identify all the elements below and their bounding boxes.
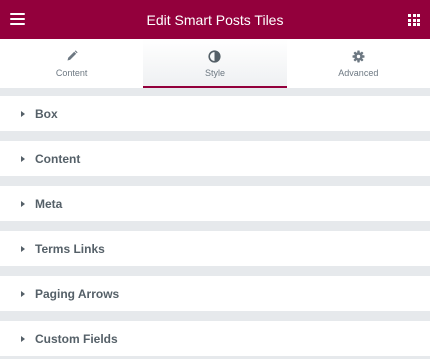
caret-right-icon	[21, 200, 25, 207]
apps-grid-icon[interactable]	[408, 14, 420, 26]
menu-icon[interactable]	[10, 13, 25, 25]
tab-advanced[interactable]: Advanced	[287, 39, 430, 88]
section-label: Content	[35, 151, 81, 166]
section-terms-links[interactable]: Terms Links	[0, 231, 430, 266]
tab-content-label: Content	[55, 68, 88, 78]
gear-icon	[352, 49, 365, 63]
section-custom-fields[interactable]: Custom Fields	[0, 321, 430, 356]
section-label: Terms Links	[35, 241, 105, 256]
half-circle-icon	[208, 49, 222, 63]
section-box[interactable]: Box	[0, 96, 430, 131]
caret-right-icon	[21, 155, 25, 162]
tab-content[interactable]: Content	[0, 39, 143, 88]
section-label: Custom Fields	[35, 331, 118, 346]
tab-advanced-label: Advanced	[338, 68, 379, 78]
tab-style[interactable]: Style	[143, 39, 287, 88]
section-label: Paging Arrows	[35, 286, 120, 301]
pencil-icon	[66, 49, 78, 63]
section-label: Meta	[35, 196, 63, 211]
editor-header: Edit Smart Posts Tiles	[0, 0, 430, 39]
section-paging-arrows[interactable]: Paging Arrows	[0, 276, 430, 311]
tab-style-label: Style	[204, 68, 225, 78]
caret-right-icon	[21, 110, 25, 117]
section-label: Box	[35, 106, 58, 121]
section-meta[interactable]: Meta	[0, 186, 430, 221]
panel-title: Edit Smart Posts Tiles	[146, 11, 284, 28]
caret-right-icon	[21, 335, 25, 342]
section-content[interactable]: Content	[0, 141, 430, 176]
caret-right-icon	[21, 290, 25, 297]
panel-tabs: Content Style Advanced	[0, 39, 430, 88]
caret-right-icon	[21, 245, 25, 252]
